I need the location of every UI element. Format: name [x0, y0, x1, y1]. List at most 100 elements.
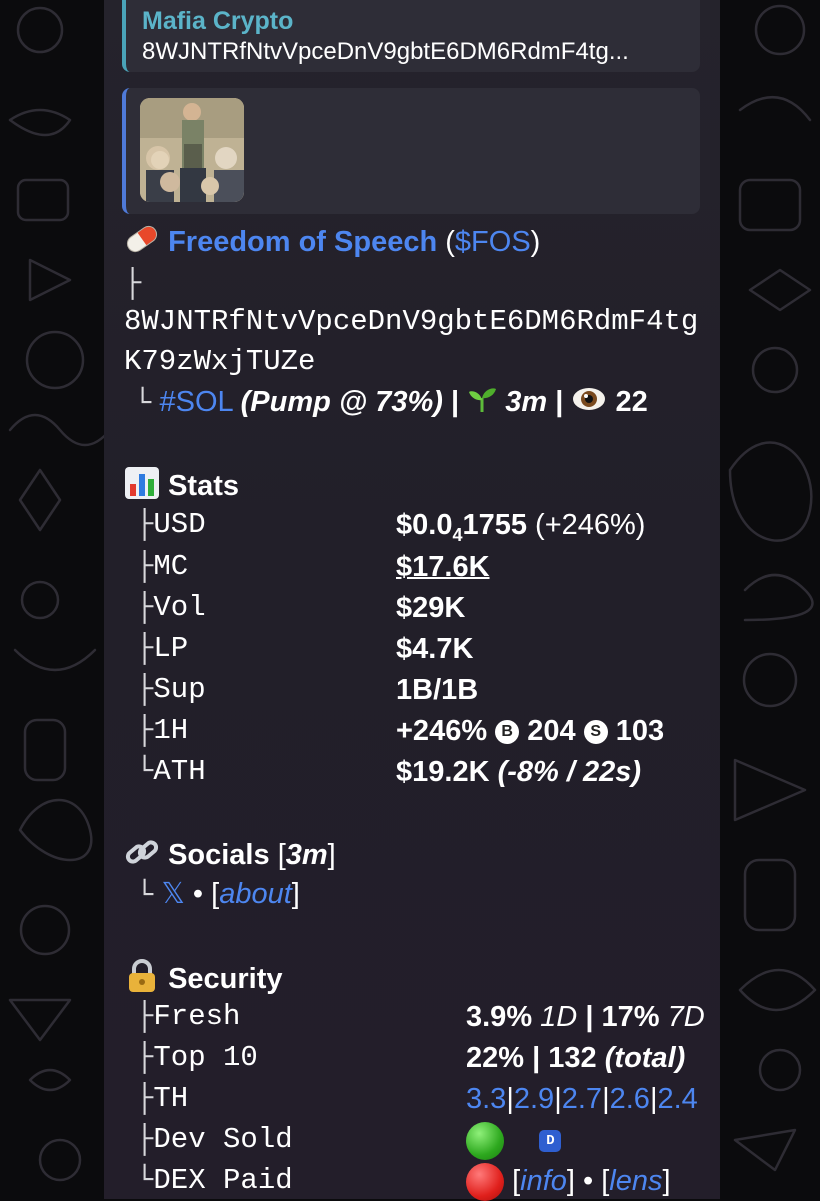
contract-address-line2[interactable]: K79zWxjTUZe	[124, 344, 315, 380]
info-link[interactable]: info	[520, 1165, 567, 1197]
separator: |	[555, 386, 564, 419]
separator: |	[451, 386, 460, 419]
stat-label: MC	[153, 550, 189, 583]
th-link[interactable]: 2.9	[514, 1083, 554, 1115]
stat-value-mc-link[interactable]: $17.6K	[396, 549, 490, 585]
security-label: TH	[153, 1082, 189, 1115]
bracket: [	[277, 839, 286, 872]
ticker-link[interactable]: $FOS	[455, 226, 531, 258]
about-link[interactable]: about	[219, 878, 292, 910]
security-label: Dev Sold	[153, 1123, 293, 1156]
security-row-top10: ├Top 10 22% | 132 (total)	[124, 1040, 685, 1076]
row-branch: ├	[136, 1000, 154, 1033]
bar-chart-icon	[124, 466, 160, 509]
bracket: ]	[291, 878, 300, 910]
row-branch: └	[136, 755, 154, 788]
security-value-th: 3.3|2.9|2.7|2.6|2.4	[466, 1083, 698, 1115]
meta-line: └ #SOL (Pump @ 73%) | 3m | 22	[124, 384, 648, 423]
stat-label: USD	[153, 508, 206, 541]
stat-value-sup: 1B/1B	[396, 674, 479, 706]
stat-value-1h: +246% B 204 S 103	[396, 715, 665, 747]
security-row-fresh: ├Fresh 3.9% 1D | 17% 7D	[124, 999, 705, 1035]
preview-painting	[140, 98, 244, 202]
contract-address-line1[interactable]: 8WJNTRfNtvVpceDnV9gbtE6DM6RdmF4tg	[124, 304, 698, 340]
security-value-dex-paid: [info] • [lens]	[466, 1163, 671, 1201]
reply-text: 8WJNTRfNtvVpceDnV9gbtE6DM6RdmF4tg...	[142, 38, 629, 65]
lock-icon	[124, 958, 160, 1003]
th-link[interactable]: 3.3	[466, 1083, 506, 1115]
dev-badge-icon[interactable]: D	[539, 1130, 562, 1152]
red-circle-icon	[466, 1163, 504, 1201]
th-link[interactable]: 2.6	[610, 1083, 650, 1115]
security-row-dev-sold: ├Dev Sold D	[124, 1122, 562, 1160]
row-branch: ├	[136, 591, 154, 624]
socials-age: 3m	[285, 839, 328, 872]
socials-links: └ 𝕏 • [about]	[124, 876, 300, 914]
meta-branch: └	[134, 387, 152, 421]
stat-row-usd: ├USD $0.041755 (+246%)	[124, 507, 645, 545]
row-branch: ├	[136, 550, 154, 583]
security-row-th: ├TH 3.3|2.9|2.7|2.6|2.4	[124, 1081, 698, 1117]
green-circle-icon	[466, 1122, 504, 1160]
sells-icon: S	[583, 720, 608, 745]
stat-row-mc: ├MC $17.6K	[124, 549, 490, 585]
bracket: [	[211, 878, 220, 910]
th-link[interactable]: 2.7	[562, 1083, 602, 1115]
buy-count: 204	[527, 715, 576, 747]
paren-open: (	[445, 226, 455, 259]
stat-label: ATH	[153, 755, 206, 788]
preview-image[interactable]	[140, 98, 244, 202]
security-label: Top 10	[153, 1041, 258, 1074]
th-link[interactable]: 2.4	[658, 1083, 698, 1115]
socials-title: Socials	[168, 839, 270, 872]
buys-icon: B	[495, 720, 520, 745]
link-preview[interactable]	[122, 88, 700, 214]
paren-close: )	[530, 226, 541, 259]
stats-title: Stats	[168, 470, 239, 503]
security-heading: Security	[124, 958, 283, 1003]
seedling-icon	[467, 384, 497, 423]
chain-hashtag[interactable]: #SOL	[159, 386, 232, 418]
row-branch: ├	[136, 1082, 154, 1115]
token-title-line: Freedom of Speech ($FOS)	[124, 224, 540, 263]
bracket: ]	[327, 839, 336, 872]
stat-row-lp: ├LP $4.7K	[124, 631, 473, 667]
reply-quote[interactable]: Mafia Crypto 8WJNTRfNtvVpceDnV9gbtE6DM6R…	[122, 0, 700, 72]
stat-row-1h: ├1H +246% B 204 S 103	[124, 713, 664, 749]
stats-heading: Stats	[124, 466, 239, 509]
stat-label: LP	[153, 632, 189, 665]
stat-value-lp: $4.7K	[396, 633, 474, 665]
token-name-link[interactable]: Freedom of Speech	[168, 226, 437, 258]
row-branch: ├	[136, 673, 154, 706]
lens-link[interactable]: lens	[609, 1165, 662, 1197]
security-value-fresh: 3.9% 1D | 17% 7D	[466, 1001, 705, 1033]
security-label: Fresh	[153, 1000, 241, 1033]
stat-row-ath: └ATH $19.2K (-8% / 22s)	[124, 754, 641, 790]
eye-icon	[571, 384, 607, 423]
address-branch: ├	[124, 267, 142, 300]
row-branch: ├	[136, 632, 154, 665]
stat-label: Vol	[153, 591, 206, 624]
row-branch: ├	[136, 714, 154, 747]
stat-value-ath: $19.2K (-8% / 22s)	[396, 756, 642, 788]
stat-label: 1H	[153, 714, 189, 747]
socials-heading: Socials [3m]	[124, 835, 336, 878]
row-branch: └	[136, 879, 154, 912]
security-value-dev-sold: D	[466, 1122, 562, 1160]
stat-label: Sup	[153, 673, 206, 706]
security-value-top10: 22% | 132 (total)	[466, 1042, 686, 1074]
link-icon	[124, 835, 160, 878]
view-count: 22	[615, 386, 648, 419]
stat-value-vol: $29K	[396, 592, 466, 624]
token-age: 3m	[505, 386, 548, 419]
dot-separator: •	[192, 878, 204, 910]
sell-count: 103	[615, 715, 665, 747]
security-title: Security	[168, 963, 283, 996]
x-link[interactable]: 𝕏	[161, 878, 184, 910]
security-row-dex-paid: └DEX Paid [info] • [lens]	[124, 1163, 671, 1201]
reply-author: Mafia Crypto	[142, 7, 294, 35]
row-branch: └	[136, 1164, 154, 1197]
pill-icon	[124, 224, 160, 263]
row-branch: ├	[136, 1123, 154, 1156]
stat-row-sup: ├Sup 1B/1B	[124, 672, 478, 708]
